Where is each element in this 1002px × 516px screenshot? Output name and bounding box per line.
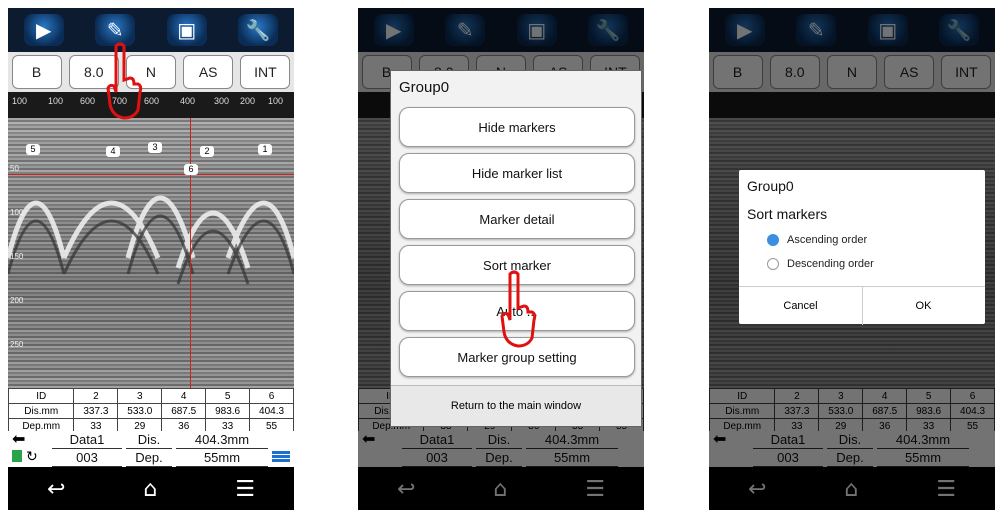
table-cell: ID <box>8 388 75 404</box>
back-arrow-icon[interactable]: ⬅ <box>12 432 38 448</box>
mode-bar: B 8.0 N AS INT <box>8 52 294 92</box>
tap-hand-icon <box>500 270 537 348</box>
depth-label: 250 <box>10 340 24 349</box>
option-label: Descending order <box>787 258 874 270</box>
hide-markers-button[interactable]: Hide markers <box>399 107 635 147</box>
table-cell: 533.0 <box>117 403 163 419</box>
table-cell: 337.3 <box>73 403 119 419</box>
mode-button-int[interactable]: INT <box>240 55 291 89</box>
table-cell[interactable]: 2 <box>73 388 119 404</box>
radio-selected-icon[interactable] <box>767 234 779 247</box>
ruler-tick: 400 <box>180 96 196 106</box>
list-icon[interactable] <box>272 451 290 463</box>
menu-icon[interactable]: ☰ <box>235 477 255 502</box>
table-row: ID23456 <box>8 388 294 404</box>
dep-value: 55mm <box>176 449 268 467</box>
return-main-window-button[interactable]: Return to the main window <box>391 385 641 426</box>
dialog-title: Group0 <box>399 79 450 96</box>
table-cell: 687.5 <box>161 403 207 419</box>
depth-label: 150 <box>10 252 24 261</box>
table-cell[interactable]: 4 <box>161 388 207 404</box>
ruler-tick: 600 <box>144 96 160 106</box>
radio-unselected-icon[interactable] <box>767 258 779 271</box>
sort-markers-dialog: Group0 Sort markers Ascending order Desc… <box>739 170 985 325</box>
ascending-order-option[interactable]: Ascending order <box>767 234 868 247</box>
dep-label: Dep. <box>126 449 172 467</box>
rotate-icon[interactable]: ↻ <box>26 448 38 465</box>
back-icon[interactable]: ↩ <box>47 477 65 502</box>
depth-label: 100 <box>10 208 24 217</box>
table-cell[interactable]: 5 <box>205 388 251 404</box>
phone-screen-menu: ▶ ✎ ▣ 🔧 B 8.0 N AS INT ID23456 Dis.mm337… <box>358 8 644 510</box>
table-row: Dis.mm337.3533.0687.5983.6404.3 <box>8 403 294 419</box>
marker-5[interactable]: 5 <box>26 144 40 155</box>
depth-label: 200 <box>10 296 24 305</box>
descending-order-option[interactable]: Descending order <box>767 258 874 271</box>
tap-hand-icon <box>106 42 143 120</box>
ruler-tick: 100 <box>12 96 28 106</box>
dis-value: 404.3mm <box>176 431 268 449</box>
bag-icon[interactable]: ▣ <box>166 14 207 46</box>
android-nav-bar: ↩ ⌂ ☰ <box>8 468 294 510</box>
top-toolbar: ▶ ✎ ▣ 🔧 <box>8 8 294 52</box>
hide-marker-list-button[interactable]: Hide marker list <box>399 153 635 193</box>
marker-4[interactable]: 4 <box>106 146 120 157</box>
depth-label: 50 <box>10 164 19 173</box>
phone-screen-main: ▶ ✎ ▣ 🔧 B 8.0 N AS INT 100 100 600 700 6… <box>8 8 294 510</box>
ruler-tick: 100 <box>268 96 284 106</box>
distance-cursor-line[interactable] <box>190 118 191 388</box>
dis-label: Dis. <box>126 431 172 449</box>
marker-detail-button[interactable]: Marker detail <box>399 199 635 239</box>
table-cell: Dis.mm <box>8 403 75 419</box>
marker-3[interactable]: 3 <box>148 142 162 153</box>
distance-ruler: 100 100 600 700 600 400 300 200 100 <box>8 92 294 118</box>
data-label: Data1 <box>52 431 122 449</box>
marker-6[interactable]: 6 <box>184 164 198 175</box>
depth-cursor-line[interactable] <box>8 174 294 175</box>
dialog-title: Group0 <box>747 178 794 194</box>
play-icon[interactable]: ▶ <box>23 14 64 46</box>
radar-scan-image[interactable]: 50 100 150 200 250 5 4 3 2 1 6 <box>8 118 294 388</box>
info-panel: ⬅ Data1 Dis. 404.3mm ↻ 003 Dep. 55mm <box>8 431 294 467</box>
hyperbola-reflections <box>8 195 294 285</box>
group-menu-dialog: Group0 Hide markers Hide marker list Mar… <box>390 70 642 427</box>
table-cell: 404.3 <box>249 403 294 419</box>
mode-button-as[interactable]: AS <box>183 55 234 89</box>
ruler-tick: 600 <box>80 96 96 106</box>
marker-1[interactable]: 1 <box>258 144 272 155</box>
battery-icon <box>12 450 22 462</box>
file-number: 003 <box>52 449 122 467</box>
wrench-icon[interactable]: 🔧 <box>238 14 279 46</box>
mode-button-b[interactable]: B <box>11 55 62 89</box>
table-cell: 983.6 <box>205 403 251 419</box>
ok-button[interactable]: OK <box>862 286 985 325</box>
marker-table: ID23456 Dis.mm337.3533.0687.5983.6404.3 … <box>8 388 294 434</box>
ruler-tick: 300 <box>214 96 230 106</box>
home-icon[interactable]: ⌂ <box>143 477 157 502</box>
ruler-tick: 200 <box>240 96 256 106</box>
dialog-subtitle: Sort markers <box>747 206 828 222</box>
ruler-tick: 100 <box>48 96 64 106</box>
table-cell[interactable]: 3 <box>117 388 163 404</box>
cancel-button[interactable]: Cancel <box>739 286 863 325</box>
option-label: Ascending order <box>787 234 868 246</box>
marker-2[interactable]: 2 <box>200 146 214 157</box>
table-cell[interactable]: 6 <box>249 388 294 404</box>
phone-screen-sort-dialog: ▶ ✎ ▣ 🔧 B 8.0 N AS INT ID23456 Dis.mm337… <box>709 8 995 510</box>
